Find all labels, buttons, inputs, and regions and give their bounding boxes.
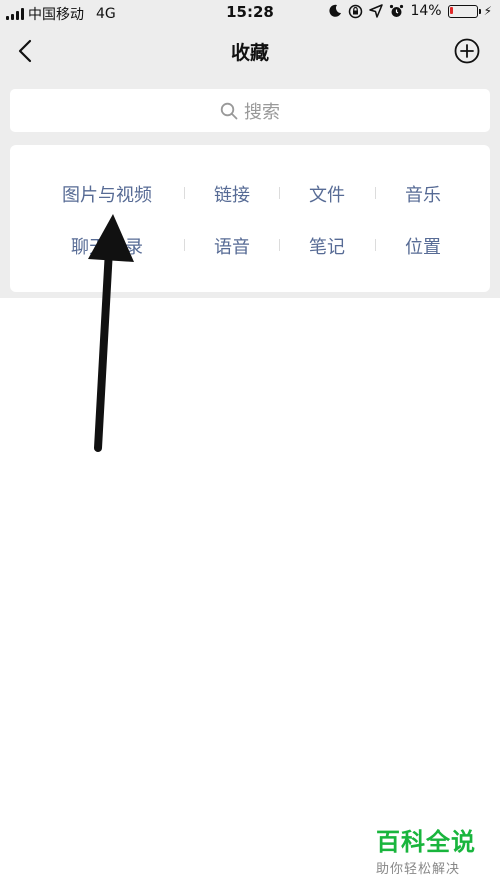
category-voice[interactable]: 语音 — [214, 233, 250, 259]
divider — [184, 187, 185, 199]
page-title: 收藏 — [230, 42, 269, 64]
category-location[interactable]: 位置 — [405, 233, 441, 259]
search-placeholder: 搜索 — [244, 101, 280, 123]
divider — [375, 239, 376, 251]
search-icon — [220, 102, 238, 119]
category-notes[interactable]: 笔记 — [309, 233, 345, 259]
search-input[interactable]: 搜索 — [10, 89, 490, 132]
divider — [279, 239, 280, 251]
watermark-logo: 百科全说 助你轻松解决 — [376, 828, 486, 877]
battery-icon — [447, 4, 481, 18]
moon-icon — [329, 4, 342, 17]
category-panel: 图片与视频 链接 文件 音乐 聊天记录 语音 笔记 位置 — [10, 145, 490, 292]
divider — [279, 187, 280, 199]
watermark-title: 百科全说 — [376, 828, 476, 856]
charging-icon: ⚡ — [483, 4, 492, 18]
nav-bar: 收藏 — [0, 26, 500, 76]
category-music[interactable]: 音乐 — [405, 181, 441, 207]
battery-percent: 14% — [410, 3, 442, 19]
category-files[interactable]: 文件 — [309, 181, 345, 207]
status-bar: 中国移动 4G 15:28 14% ⚡ — [0, 0, 500, 26]
divider — [375, 187, 376, 199]
circle-plus-icon[interactable] — [454, 38, 480, 64]
alarm-icon — [390, 4, 404, 17]
category-chat-history[interactable]: 聊天记录 — [71, 233, 143, 259]
divider — [184, 239, 185, 251]
battery-level — [450, 7, 454, 14]
watermark-subtitle: 助你轻松解决 — [376, 862, 461, 877]
status-right: 14% ⚡ — [328, 3, 492, 19]
rotation-lock-icon — [349, 4, 363, 18]
category-links[interactable]: 链接 — [214, 181, 250, 207]
category-photos-videos[interactable]: 图片与视频 — [62, 181, 152, 207]
location-icon — [369, 4, 384, 18]
